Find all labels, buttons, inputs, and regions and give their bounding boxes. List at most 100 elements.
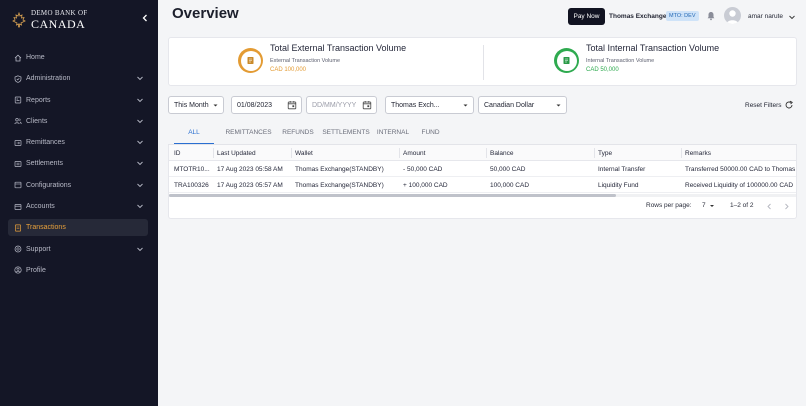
sidebar-item-label: Home xyxy=(26,54,45,61)
column-header-wallet[interactable]: Wallet xyxy=(291,145,399,161)
sidebar-item-configurations[interactable]: Configurations xyxy=(8,177,148,194)
period-select[interactable]: This Month xyxy=(168,96,224,114)
chevron-down-icon xyxy=(137,162,143,166)
transaction-volume-summary: Total External Transaction Volume Extern… xyxy=(168,37,797,86)
support-icon xyxy=(14,245,22,253)
document-icon xyxy=(563,57,570,64)
sidebar-item-administration[interactable]: Administration xyxy=(8,70,148,87)
chevron-left-icon xyxy=(142,14,147,22)
table-row[interactable]: TRA100326 17 Aug 2023 05:57 AM Thomas Ex… xyxy=(169,177,796,193)
sidebar-item-label: Remittances xyxy=(26,139,65,147)
previous-page-icon[interactable] xyxy=(766,203,773,210)
table-row[interactable]: MTOTR10... 17 Aug 2023 05:58 AM Thomas E… xyxy=(169,161,796,177)
sidebar-item-label: Administration xyxy=(26,75,71,83)
avatar[interactable] xyxy=(724,7,741,24)
calendar-icon[interactable] xyxy=(287,100,297,110)
internal-volume-ring xyxy=(554,48,579,73)
wallet-select[interactable]: Thomas Exch... xyxy=(385,96,474,114)
pay-now-button[interactable]: Pay Now xyxy=(568,8,605,25)
chevron-down-icon[interactable] xyxy=(788,13,796,21)
sidebar-item-label: Reports xyxy=(26,96,51,104)
column-header-last-updated[interactable]: Last Updated xyxy=(213,145,291,161)
rows-per-page-label: Rows per page: xyxy=(646,202,692,209)
user-avatar-icon xyxy=(726,10,739,24)
sidebar-nav: Home Administration Reports Clients Remi… xyxy=(8,49,148,283)
caret-down-icon xyxy=(213,104,218,107)
sidebar-item-profile[interactable]: Profile xyxy=(8,262,148,279)
bell-icon[interactable] xyxy=(706,11,716,21)
sidebar-item-reports[interactable]: Reports xyxy=(8,92,148,109)
scrollbar-thumb[interactable] xyxy=(169,194,616,197)
collapse-sidebar-button[interactable] xyxy=(139,11,151,25)
from-date-value: 01/08/2023 xyxy=(237,101,273,109)
chevron-down-icon xyxy=(137,183,143,187)
reset-filters-label: Reset Filters xyxy=(745,101,782,109)
tab-fund[interactable]: FUND xyxy=(419,125,442,144)
column-header-type[interactable]: Type xyxy=(594,145,681,161)
external-volume-subtitle: External Transaction Volume xyxy=(270,58,341,64)
sidebar-item-label: Profile xyxy=(26,266,46,274)
reset-filters-button[interactable]: Reset Filters xyxy=(745,100,794,110)
remittance-icon xyxy=(14,139,22,147)
sidebar-item-label: Settlements xyxy=(26,160,63,168)
sidebar-item-label: Configurations xyxy=(26,181,72,189)
cell-last-updated: 17 Aug 2023 05:57 AM xyxy=(217,181,283,189)
external-volume-ring xyxy=(238,48,263,73)
sidebar-item-remittances[interactable]: Remittances xyxy=(8,134,148,151)
tab-internal[interactable]: INTERNAL xyxy=(375,125,411,144)
cell-remarks: Transferred 50000.00 CAD to Thomas xyxy=(685,165,796,173)
table-header-row: ID Last Updated Wallet Amount Balance Ty… xyxy=(169,145,796,161)
tab-settlements[interactable]: SETTLEMENTS xyxy=(321,125,371,144)
tab-remittances[interactable]: REMITTANCES xyxy=(221,125,276,144)
currency-select-value: Canadian Dollar xyxy=(484,101,535,109)
sidebar-item-label: Clients xyxy=(26,117,48,125)
cell-type: Liquidity Fund xyxy=(598,181,639,189)
tab-all[interactable]: ALL xyxy=(174,125,214,144)
chevron-down-icon xyxy=(137,204,143,209)
rows-per-page-select[interactable]: 7 xyxy=(702,202,715,209)
sidebar: DEMO BANK OF CANADA Home Administration … xyxy=(0,0,158,406)
wallet-select-value: Thomas Exch... xyxy=(391,101,440,109)
transaction-type-tabs: ALL REMITTANCES REFUNDS SETTLEMENTS INTE… xyxy=(168,125,442,144)
user-name[interactable]: amar narute xyxy=(748,13,783,20)
sidebar-item-accounts[interactable]: Accounts xyxy=(8,198,148,215)
cell-id: TRA100326 xyxy=(174,181,209,189)
column-header-amount[interactable]: Amount xyxy=(399,145,486,161)
caret-down-icon xyxy=(463,104,468,107)
column-header-remarks[interactable]: Remarks xyxy=(681,145,796,161)
internal-volume-title: Total Internal Transaction Volume xyxy=(586,43,720,53)
settlement-icon xyxy=(14,160,22,168)
document-icon xyxy=(247,57,254,64)
bank-logo[interactable]: DEMO BANK OF CANADA xyxy=(11,10,88,30)
calendar-icon[interactable] xyxy=(362,100,372,110)
column-header-balance[interactable]: Balance xyxy=(486,145,594,161)
horizontal-scrollbar[interactable] xyxy=(169,194,796,197)
sidebar-item-clients[interactable]: Clients xyxy=(8,113,148,130)
caret-down-icon xyxy=(709,204,714,207)
chevron-down-icon xyxy=(137,98,143,102)
sidebar-item-support[interactable]: Support xyxy=(8,241,148,258)
sidebar-item-home[interactable]: Home xyxy=(8,49,148,66)
sidebar-item-transactions[interactable]: Transactions xyxy=(8,219,148,237)
sidebar-item-label: Transactions xyxy=(26,224,66,232)
tab-refunds[interactable]: REFUNDS xyxy=(281,125,315,144)
environment-badge: MTO: DEV xyxy=(666,11,699,21)
internal-volume-subtitle: Internal Transaction Volume xyxy=(586,58,655,64)
currency-select[interactable]: Canadian Dollar xyxy=(478,96,567,114)
report-icon xyxy=(14,96,22,104)
period-select-value: This Month xyxy=(174,101,209,109)
cell-balance: 50,000 CAD xyxy=(490,165,526,173)
next-page-icon[interactable] xyxy=(783,203,790,210)
to-date-placeholder: DD/MM/YYYY xyxy=(312,101,357,109)
cell-last-updated: 17 Aug 2023 05:58 AM xyxy=(217,165,283,173)
from-date-input[interactable]: 01/08/2023 xyxy=(231,96,302,114)
rows-per-page-value: 7 xyxy=(702,202,706,209)
column-header-id[interactable]: ID xyxy=(170,145,210,161)
refresh-icon xyxy=(786,100,794,109)
shield-icon xyxy=(14,75,22,83)
to-date-input[interactable]: DD/MM/YYYY xyxy=(306,96,377,114)
pagination-range: 1–2 of 2 xyxy=(730,202,754,209)
cell-amount: - 50,000 CAD xyxy=(403,165,443,173)
chevron-down-icon xyxy=(137,247,143,251)
sidebar-item-settlements[interactable]: Settlements xyxy=(8,155,148,172)
